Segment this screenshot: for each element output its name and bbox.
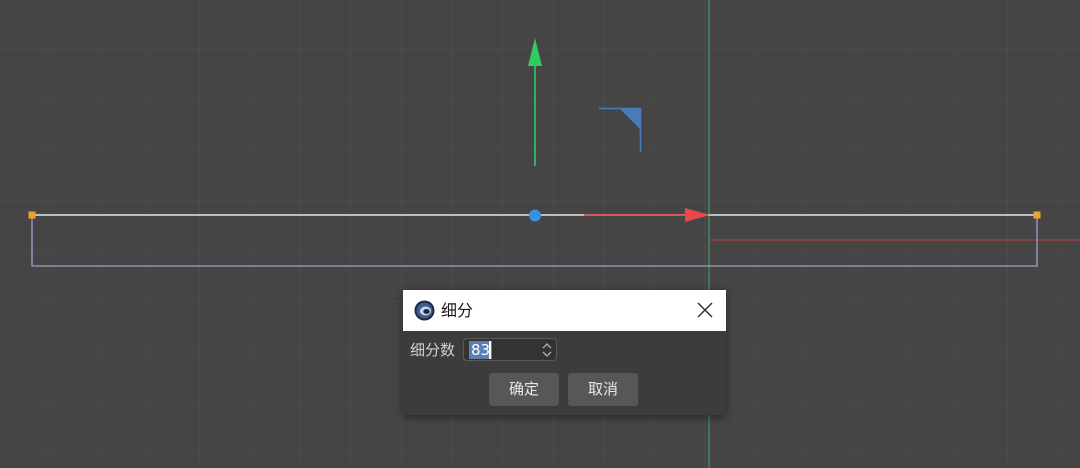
dialog-titlebar[interactable]: 细分: [403, 290, 726, 331]
subdivide-dialog: 细分 细分数 83 确定 取消: [403, 290, 726, 415]
edge-point-right[interactable]: [1033, 211, 1041, 219]
close-icon[interactable]: [694, 299, 716, 321]
ok-button[interactable]: 确定: [489, 373, 559, 406]
spinner-arrows-icon[interactable]: [541, 341, 553, 359]
plane-handle-icon[interactable]: [599, 107, 642, 152]
dialog-title: 细分: [441, 301, 474, 320]
cinema4d-logo-icon: [414, 300, 435, 321]
x-axis-arrow-icon[interactable]: [685, 208, 710, 222]
y-axis-arrow-icon[interactable]: [528, 38, 542, 66]
subdivision-count-label: 细分数: [410, 341, 456, 359]
text-caret: [489, 341, 491, 359]
dialog-body: 细分数 83 确定 取消: [403, 331, 726, 415]
edge-point-left[interactable]: [28, 211, 36, 219]
pivot-point-icon[interactable]: [529, 209, 541, 222]
subdivision-count-input[interactable]: 83: [463, 338, 557, 361]
cancel-button[interactable]: 取消: [568, 373, 638, 406]
